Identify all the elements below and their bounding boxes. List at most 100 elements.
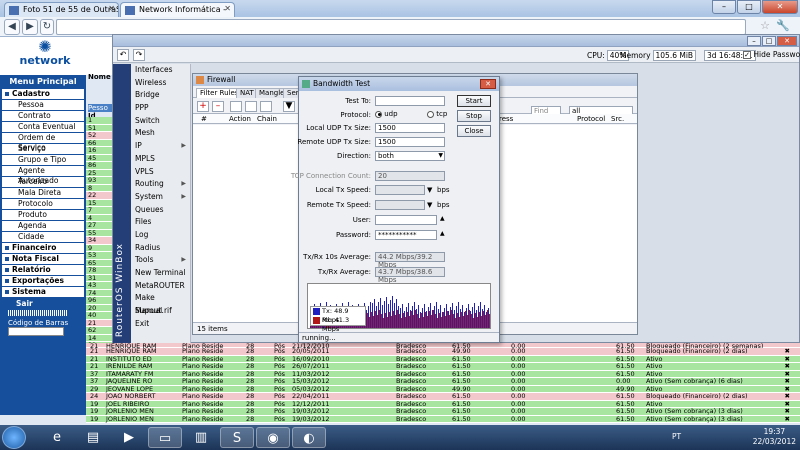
col-src[interactable]: Src. bbox=[611, 115, 624, 123]
disable-rule-icon[interactable] bbox=[245, 101, 257, 112]
tab-close-icon[interactable]: ✕ bbox=[108, 4, 115, 13]
sidebar-item[interactable]: Contrato bbox=[2, 111, 84, 121]
redo-icon[interactable]: ↷ bbox=[133, 49, 145, 61]
sidebar-item[interactable]: Pessoa bbox=[2, 100, 84, 110]
winbox-menu-item[interactable]: System ▶ bbox=[131, 191, 190, 204]
winbox-menu-item[interactable]: VPLS bbox=[131, 166, 190, 179]
menu-section-nota-fiscal[interactable]: Nota Fiscal bbox=[2, 254, 84, 264]
skype-icon[interactable]: S bbox=[220, 427, 254, 448]
remote-speed-input[interactable] bbox=[375, 200, 425, 210]
bandwidth-close-icon[interactable]: ✕ bbox=[480, 79, 496, 89]
delete-row-icon[interactable]: ✖ bbox=[785, 415, 790, 424]
sidebar-item[interactable]: Agente Autorizado bbox=[2, 166, 84, 185]
password-input[interactable]: *********** bbox=[375, 230, 437, 240]
start-button[interactable] bbox=[2, 426, 26, 449]
barcode-input[interactable] bbox=[8, 327, 64, 336]
bandwidth-test-titlebar[interactable]: Bandwidth Test bbox=[299, 77, 499, 91]
winbox-menu-item[interactable]: Wireless bbox=[131, 77, 190, 90]
reload-icon[interactable]: ↻ bbox=[40, 19, 54, 35]
file-explorer-icon[interactable]: ▤ bbox=[76, 427, 110, 448]
document-icon[interactable]: ▥ bbox=[184, 427, 218, 448]
col-protocol[interactable]: Protocol bbox=[577, 115, 605, 123]
winbox-menu-item[interactable]: Make Supout.rif bbox=[131, 292, 190, 315]
menu-section-relatorio[interactable]: Relatório bbox=[2, 265, 84, 275]
winbox-menu-item[interactable]: MPLS bbox=[131, 153, 190, 166]
address-bar[interactable] bbox=[56, 19, 746, 35]
back-arrow-icon[interactable]: ◀ bbox=[4, 19, 20, 35]
start-button[interactable]: Start bbox=[457, 95, 491, 107]
winbox-titlebar[interactable]: – □ ✕ bbox=[113, 35, 799, 47]
folder-icon[interactable]: ▭ bbox=[148, 427, 182, 448]
sidebar-item[interactable]: Serviço bbox=[2, 144, 84, 154]
sidebar-item[interactable]: Produto bbox=[2, 210, 84, 220]
password-expand-icon[interactable]: ▲ bbox=[440, 230, 445, 237]
winbox-menu-item[interactable]: Manual bbox=[131, 305, 190, 318]
minimize-button[interactable]: – bbox=[712, 0, 736, 14]
wrench-menu-icon[interactable]: 🔧 bbox=[776, 19, 790, 32]
winbox-taskbar-icon[interactable]: ◐ bbox=[292, 427, 326, 448]
winbox-minimize-button[interactable]: – bbox=[747, 36, 761, 46]
maximize-button[interactable]: □ bbox=[737, 0, 761, 14]
sidebar-item[interactable]: Protocolo bbox=[2, 199, 84, 209]
col-chain[interactable]: Chain bbox=[257, 115, 277, 123]
sidebar-item[interactable]: Cidade bbox=[2, 232, 84, 242]
winbox-menu-item[interactable]: IP ▶ bbox=[131, 140, 190, 153]
direction-select[interactable]: both bbox=[375, 151, 445, 161]
user-expand-icon[interactable]: ▲ bbox=[440, 215, 445, 222]
sidebar-item[interactable]: Grupo e Tipo bbox=[2, 155, 84, 165]
sidebar-item[interactable]: Terceiro bbox=[2, 177, 84, 187]
col-action[interactable]: Action bbox=[229, 115, 251, 123]
tab-close-icon[interactable]: ✕ bbox=[224, 4, 231, 13]
sidebar-item[interactable]: Mala Direta bbox=[2, 188, 84, 198]
add-rule-icon[interactable]: + bbox=[197, 101, 209, 112]
internet-explorer-icon[interactable]: e bbox=[40, 427, 74, 448]
winbox-maximize-button[interactable]: □ bbox=[762, 36, 776, 46]
undo-icon[interactable]: ↶ bbox=[117, 49, 129, 61]
language-indicator[interactable]: PT bbox=[672, 432, 681, 441]
comment-rule-icon[interactable] bbox=[260, 101, 272, 112]
winbox-menu-item[interactable]: Log bbox=[131, 229, 190, 242]
enable-rule-icon[interactable] bbox=[230, 101, 242, 112]
winbox-menu-item[interactable]: Queues bbox=[131, 204, 190, 217]
menu-section-sistema[interactable]: Sistema bbox=[2, 287, 84, 297]
browser-tab-photo[interactable]: Foto 51 de 55 de OutraS ✕ bbox=[4, 2, 119, 17]
winbox-menu-item[interactable]: Switch bbox=[131, 115, 190, 128]
close-button[interactable]: Close bbox=[457, 125, 491, 137]
udp-radio[interactable] bbox=[375, 110, 382, 118]
sidebar-item[interactable]: Agenda bbox=[2, 221, 84, 231]
hide-passwords-toggle[interactable]: ✓ Hide Passwords bbox=[743, 50, 800, 59]
menu-section-exportacoes[interactable]: Exportações bbox=[2, 276, 84, 286]
hide-passwords-checkbox[interactable]: ✓ bbox=[743, 51, 751, 59]
winbox-menu-item[interactable]: Routing ▶ bbox=[131, 178, 190, 191]
stop-button[interactable]: Stop bbox=[457, 110, 491, 122]
sidebar-item[interactable]: Conta Eventual bbox=[2, 122, 84, 132]
winbox-close-button[interactable]: ✕ bbox=[777, 36, 797, 46]
system-clock[interactable]: 19:37 22/03/2012 bbox=[753, 427, 796, 447]
col-address[interactable]: ress bbox=[499, 115, 513, 123]
remote-speed-dropdown-icon[interactable]: ▼ bbox=[427, 201, 432, 209]
forward-arrow-icon[interactable]: ▶ bbox=[22, 19, 38, 35]
sidebar-item[interactable]: Ordem de Serviço bbox=[2, 133, 84, 152]
winbox-menu-item[interactable]: MetaROUTER bbox=[131, 280, 190, 293]
menu-section-cadastro[interactable]: Cadastro bbox=[2, 89, 84, 99]
winbox-menu-item[interactable]: Radius bbox=[131, 242, 190, 255]
remove-rule-icon[interactable]: – bbox=[212, 101, 224, 112]
local-speed-input[interactable] bbox=[375, 185, 425, 195]
winbox-menu-item[interactable]: Tools ▶ bbox=[131, 254, 190, 267]
bookmark-star-icon[interactable]: ☆ bbox=[760, 19, 770, 32]
exit-link[interactable]: Sair bbox=[0, 299, 86, 308]
local-speed-dropdown-icon[interactable]: ▼ bbox=[427, 186, 432, 194]
winbox-menu-item[interactable]: New Terminal bbox=[131, 267, 190, 280]
winbox-menu-item[interactable]: Mesh bbox=[131, 127, 190, 140]
winbox-menu-item[interactable]: Exit bbox=[131, 318, 190, 331]
winbox-menu-item[interactable]: Bridge bbox=[131, 89, 190, 102]
user-input[interactable] bbox=[375, 215, 437, 225]
browser-tab-network[interactable]: Network Informática - ✕ bbox=[120, 2, 235, 17]
tcp-radio[interactable] bbox=[427, 110, 434, 118]
protocol-udp-option[interactable]: udp bbox=[375, 110, 398, 118]
table-row[interactable]: 19 JORLENIO MEN Plano Reside 28 Pós 19/03/201… bbox=[86, 415, 800, 424]
winbox-menu-item[interactable]: Interfaces bbox=[131, 64, 190, 77]
remote-udp-input[interactable]: 1500 bbox=[375, 137, 445, 147]
winbox-menu-item[interactable]: Files bbox=[131, 216, 190, 229]
winbox-menu-item[interactable]: PPP bbox=[131, 102, 190, 115]
